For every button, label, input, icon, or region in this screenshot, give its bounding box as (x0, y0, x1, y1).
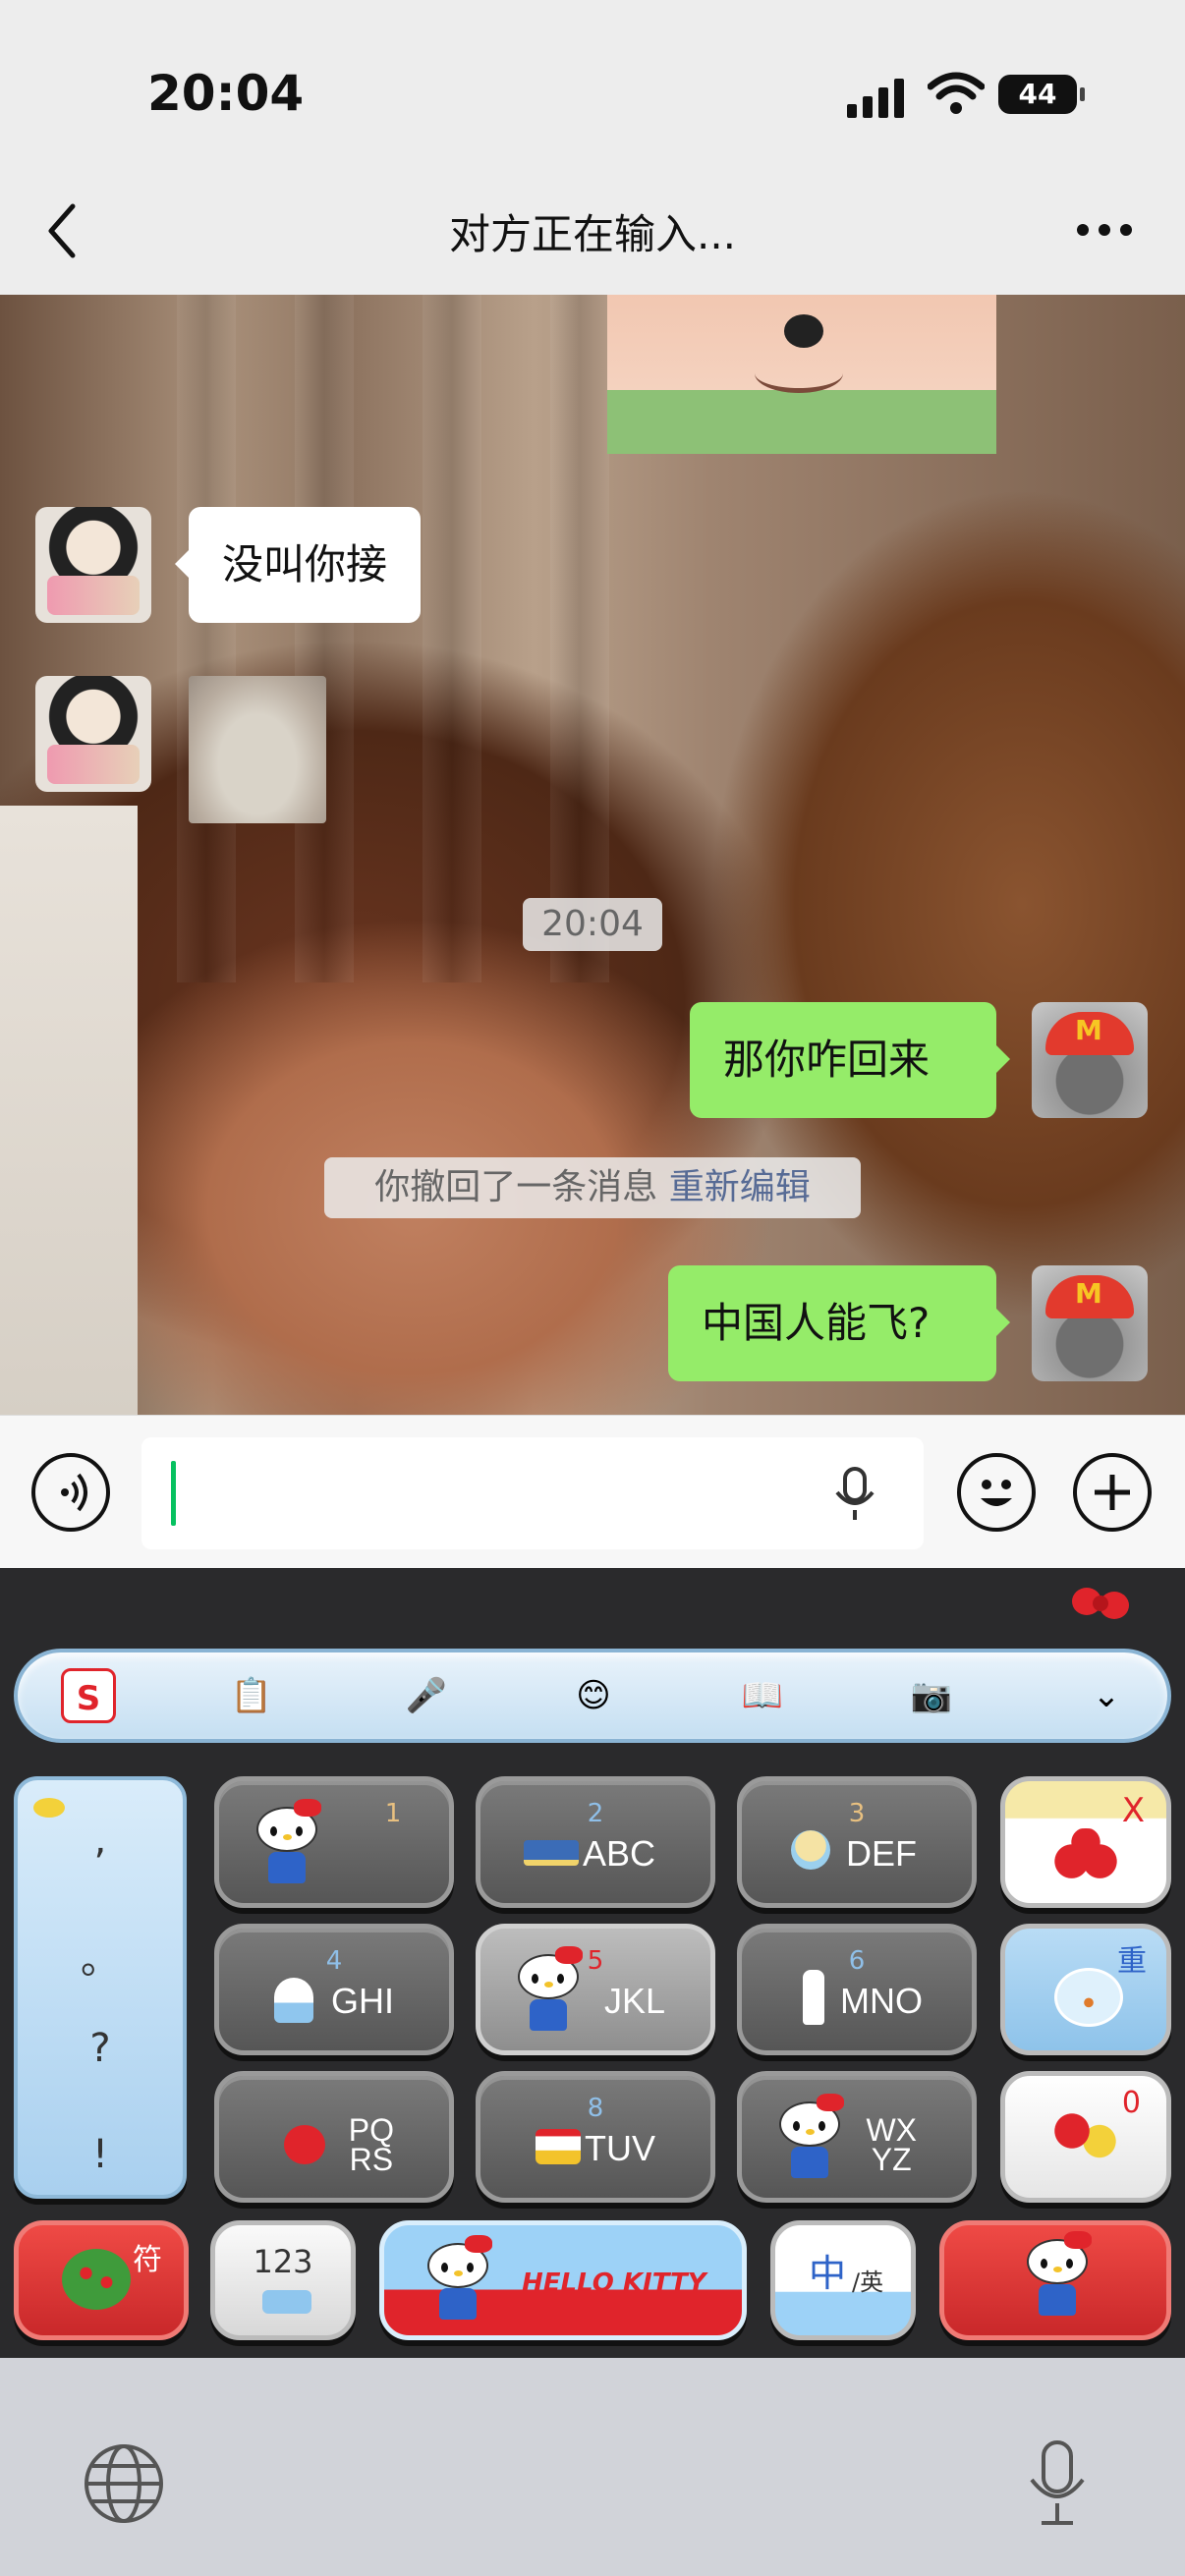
emoji-button[interactable] (957, 1453, 1036, 1532)
wifi-icon (928, 72, 985, 114)
key-3-def[interactable]: 3 DEF (737, 1776, 977, 1908)
key-1[interactable]: 1 (214, 1776, 454, 1908)
globe-icon[interactable] (83, 2442, 165, 2525)
more-functions-button[interactable] (1073, 1453, 1152, 1532)
chat-title: 对方正在输入... (448, 210, 737, 258)
punct-exclaim[interactable]: ! (18, 2132, 183, 2177)
lang-cn-label: 中 (809, 2252, 847, 2295)
hello-kitty-bow-icon (1072, 1588, 1129, 1619)
voice-assistant-icon[interactable]: 🎤 (399, 1668, 454, 1723)
numeric-label: 123 (253, 2243, 313, 2280)
keyboard: S 📋 🎤 😊 📖 📷 ⌄ , 。 ? ! 1 2 ABC 3 DEF X 4 … (0, 1568, 1185, 2576)
chat-area[interactable]: 没叫你接 20:04 那你咋回来 你撤回了一条消息 重新编辑 中国人能飞? (0, 295, 1185, 1415)
contact-avatar[interactable] (35, 507, 151, 623)
delete-key[interactable]: X (1000, 1776, 1171, 1908)
voice-toggle-button[interactable] (31, 1453, 110, 1532)
apple-icon (284, 2125, 325, 2164)
apple-tree-icon (62, 2249, 131, 2310)
book-icon (524, 1840, 579, 1866)
key-8-tuv[interactable]: 8 TUV (476, 2071, 715, 2203)
key-2-abc[interactable]: 2 ABC (476, 1776, 715, 1908)
lang-en-label: /英 (852, 2268, 884, 2296)
sticker-image-top[interactable] (607, 295, 996, 454)
keyboard-skin: S 📋 🎤 😊 📖 📷 ⌄ , 。 ? ! 1 2 ABC 3 DEF X 4 … (0, 1568, 1185, 2358)
reenter-label: 重 (1117, 1944, 1147, 1979)
background-photo-detail (0, 806, 138, 1415)
voice-input-mic-icon[interactable] (833, 1467, 876, 1522)
symbol-key[interactable]: 符 (14, 2220, 189, 2340)
cupcake-icon (274, 1978, 313, 2023)
dictation-mic-icon[interactable] (1028, 2440, 1087, 2527)
space-label: HELLO KITTY (522, 2268, 706, 2298)
emoji-sticker-icon[interactable]: 😊 (566, 1668, 621, 1723)
hello-kitty-balloon-icon (1023, 2231, 1092, 2318)
key-6-mno[interactable]: 6 MNO (737, 1924, 977, 2055)
punct-period[interactable]: 。 (18, 1928, 183, 1985)
space-key[interactable]: HELLO KITTY (379, 2220, 747, 2340)
message-text: 中国人能飞? (702, 1299, 931, 1347)
voice-wave-icon (61, 1473, 87, 1512)
punct-question[interactable]: ? (18, 2026, 183, 2071)
punct-comma[interactable]: , (18, 1818, 183, 1863)
key-7-pqrs[interactable]: PQ RS (214, 2071, 454, 2203)
message-input[interactable] (141, 1437, 924, 1549)
hello-kitty-icon (775, 2094, 844, 2180)
contact-avatar[interactable] (35, 676, 151, 792)
balloons-icon (1044, 2103, 1123, 2172)
cellular-signal-icon (847, 79, 904, 118)
punctuation-column[interactable]: , 。 ? ! (14, 1776, 187, 2199)
keyboard-bottom-bar (0, 2358, 1185, 2576)
text-caret (171, 1461, 176, 1526)
input-bar (0, 1415, 1185, 1568)
key-5-jkl[interactable]: 5 JKL (476, 1924, 715, 2055)
sticker-cat-image[interactable] (189, 676, 326, 823)
clipboard-icon[interactable]: 📋 (224, 1668, 279, 1723)
re-edit-link[interactable]: 重新编辑 (669, 1167, 811, 1207)
smiley-icon (981, 1480, 1012, 1506)
key-9-wxyz[interactable]: WX YZ (737, 2071, 977, 2203)
message-bubble-received[interactable]: 没叫你接 (174, 507, 422, 623)
delete-label: X (1121, 1791, 1145, 1830)
key-4-ghi[interactable]: 4 GHI (214, 1924, 454, 2055)
timestamp-badge: 20:04 (523, 898, 662, 951)
battery-indicator: 44 (998, 75, 1085, 114)
cake-icon (536, 2129, 581, 2164)
more-options-icon[interactable] (1075, 222, 1134, 238)
my-avatar[interactable] (1032, 1265, 1148, 1381)
symbol-label: 符 (133, 2243, 162, 2277)
recall-text: 你撤回了一条消息 (374, 1167, 658, 1207)
status-time: 20:04 (147, 65, 305, 122)
message-text: 那你咋回来 (723, 1036, 931, 1084)
message-text: 没叫你接 (222, 540, 388, 588)
send-key[interactable] (939, 2220, 1171, 2340)
my-avatar[interactable] (1032, 1002, 1148, 1118)
plus-icon (1095, 1475, 1130, 1510)
message-bubble-sent[interactable]: 中国人能飞? (668, 1265, 1010, 1381)
apples-icon (1050, 1828, 1121, 1883)
translate-icon[interactable]: 📖 (735, 1668, 790, 1723)
fishbowl-icon (1054, 1968, 1123, 2027)
watering-can-icon (262, 2290, 311, 2314)
hello-kitty-icon (423, 2235, 492, 2322)
collapse-keyboard-icon[interactable]: ⌄ (1079, 1668, 1134, 1723)
ice-cream-icon (791, 1830, 830, 1870)
sogou-logo-icon[interactable]: S (61, 1668, 116, 1723)
zero-label: 0 (1121, 2086, 1141, 2120)
numeric-key[interactable]: 123 (210, 2220, 356, 2340)
message-bubble-sent[interactable]: 那你咋回来 (690, 1002, 1010, 1118)
camera-scan-icon[interactable]: 📷 (904, 1668, 959, 1723)
top-bar: 20:04 44 对方正在输入... (0, 0, 1185, 295)
recall-notice: 你撤回了一条消息 重新编辑 (324, 1157, 861, 1218)
milk-bottle-icon (803, 1970, 824, 2025)
language-switch-key[interactable]: 中 /英 (770, 2220, 916, 2340)
keyboard-toolbar: S 📋 🎤 😊 📖 📷 ⌄ (14, 1649, 1171, 1743)
reenter-key[interactable]: 重 (1000, 1924, 1171, 2055)
key-0[interactable]: 0 (1000, 2071, 1171, 2203)
